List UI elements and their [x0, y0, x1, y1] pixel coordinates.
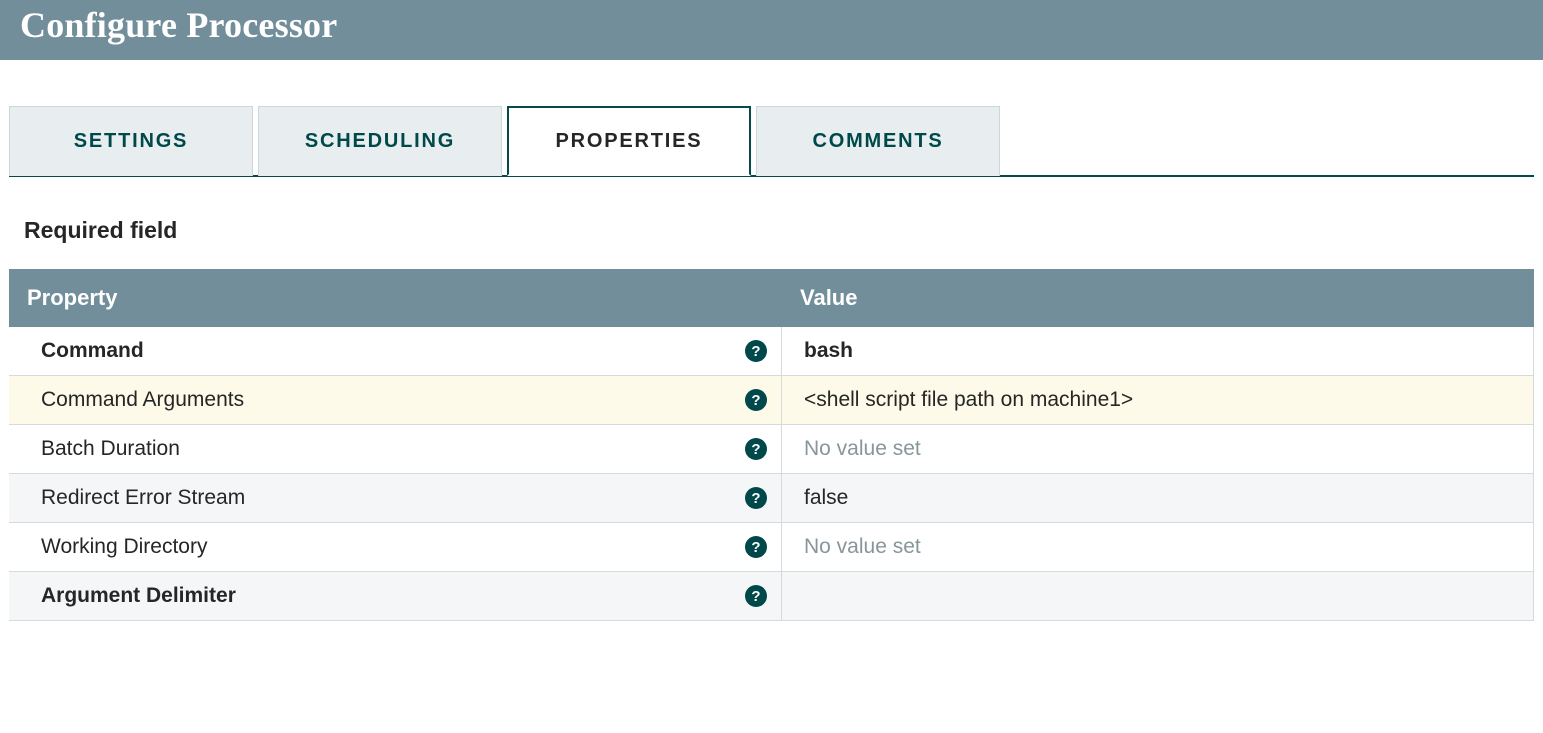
property-name: Command Arguments	[41, 388, 244, 412]
help-icon[interactable]: ?	[745, 389, 767, 411]
property-name-cell: Batch Duration ?	[9, 425, 782, 473]
property-name-cell: Redirect Error Stream ?	[9, 474, 782, 522]
table-row[interactable]: Working Directory ? No value set	[9, 523, 1534, 572]
property-name-cell: Working Directory ?	[9, 523, 782, 571]
property-name: Argument Delimiter	[41, 584, 236, 608]
properties-table: Property Value Command ? bash Command Ar…	[9, 269, 1534, 621]
property-value-cell[interactable]: No value set	[782, 523, 1534, 571]
property-value-cell[interactable]: <shell script file path on machine1>	[782, 376, 1534, 424]
required-field-label: Required field	[24, 217, 1534, 244]
table-header: Property Value	[9, 269, 1534, 327]
tab-settings[interactable]: SETTINGS	[9, 106, 253, 176]
tab-comments[interactable]: COMMENTS	[756, 106, 1000, 176]
table-row[interactable]: Command Arguments ? <shell script file p…	[9, 376, 1534, 425]
tab-list: SETTINGS SCHEDULING PROPERTIES COMMENTS	[9, 105, 1534, 177]
properties-panel: Required field Property Value Command ? …	[0, 177, 1543, 621]
table-row[interactable]: Argument Delimiter ?	[9, 572, 1534, 621]
property-value-cell[interactable]: No value set	[782, 425, 1534, 473]
property-name: Redirect Error Stream	[41, 486, 245, 510]
table-row[interactable]: Command ? bash	[9, 327, 1534, 376]
property-value-cell[interactable]: false	[782, 474, 1534, 522]
column-header-property: Property	[9, 269, 782, 327]
tab-properties[interactable]: PROPERTIES	[507, 106, 751, 176]
dialog-title: Configure Processor	[20, 4, 1523, 46]
table-row[interactable]: Batch Duration ? No value set	[9, 425, 1534, 474]
help-icon[interactable]: ?	[745, 536, 767, 558]
property-name-cell: Command ?	[9, 327, 782, 375]
dialog-header: Configure Processor	[0, 0, 1543, 60]
column-header-value: Value	[782, 269, 1534, 327]
property-name: Working Directory	[41, 535, 207, 559]
property-name: Command	[41, 339, 144, 363]
help-icon[interactable]: ?	[745, 340, 767, 362]
tab-scheduling[interactable]: SCHEDULING	[258, 106, 502, 176]
help-icon[interactable]: ?	[745, 585, 767, 607]
property-value-cell[interactable]	[782, 572, 1534, 620]
table-row[interactable]: Redirect Error Stream ? false	[9, 474, 1534, 523]
tab-container: SETTINGS SCHEDULING PROPERTIES COMMENTS	[0, 60, 1543, 177]
property-name-cell: Command Arguments ?	[9, 376, 782, 424]
property-name: Batch Duration	[41, 437, 180, 461]
help-icon[interactable]: ?	[745, 487, 767, 509]
property-name-cell: Argument Delimiter ?	[9, 572, 782, 620]
property-value-cell[interactable]: bash	[782, 327, 1534, 375]
help-icon[interactable]: ?	[745, 438, 767, 460]
